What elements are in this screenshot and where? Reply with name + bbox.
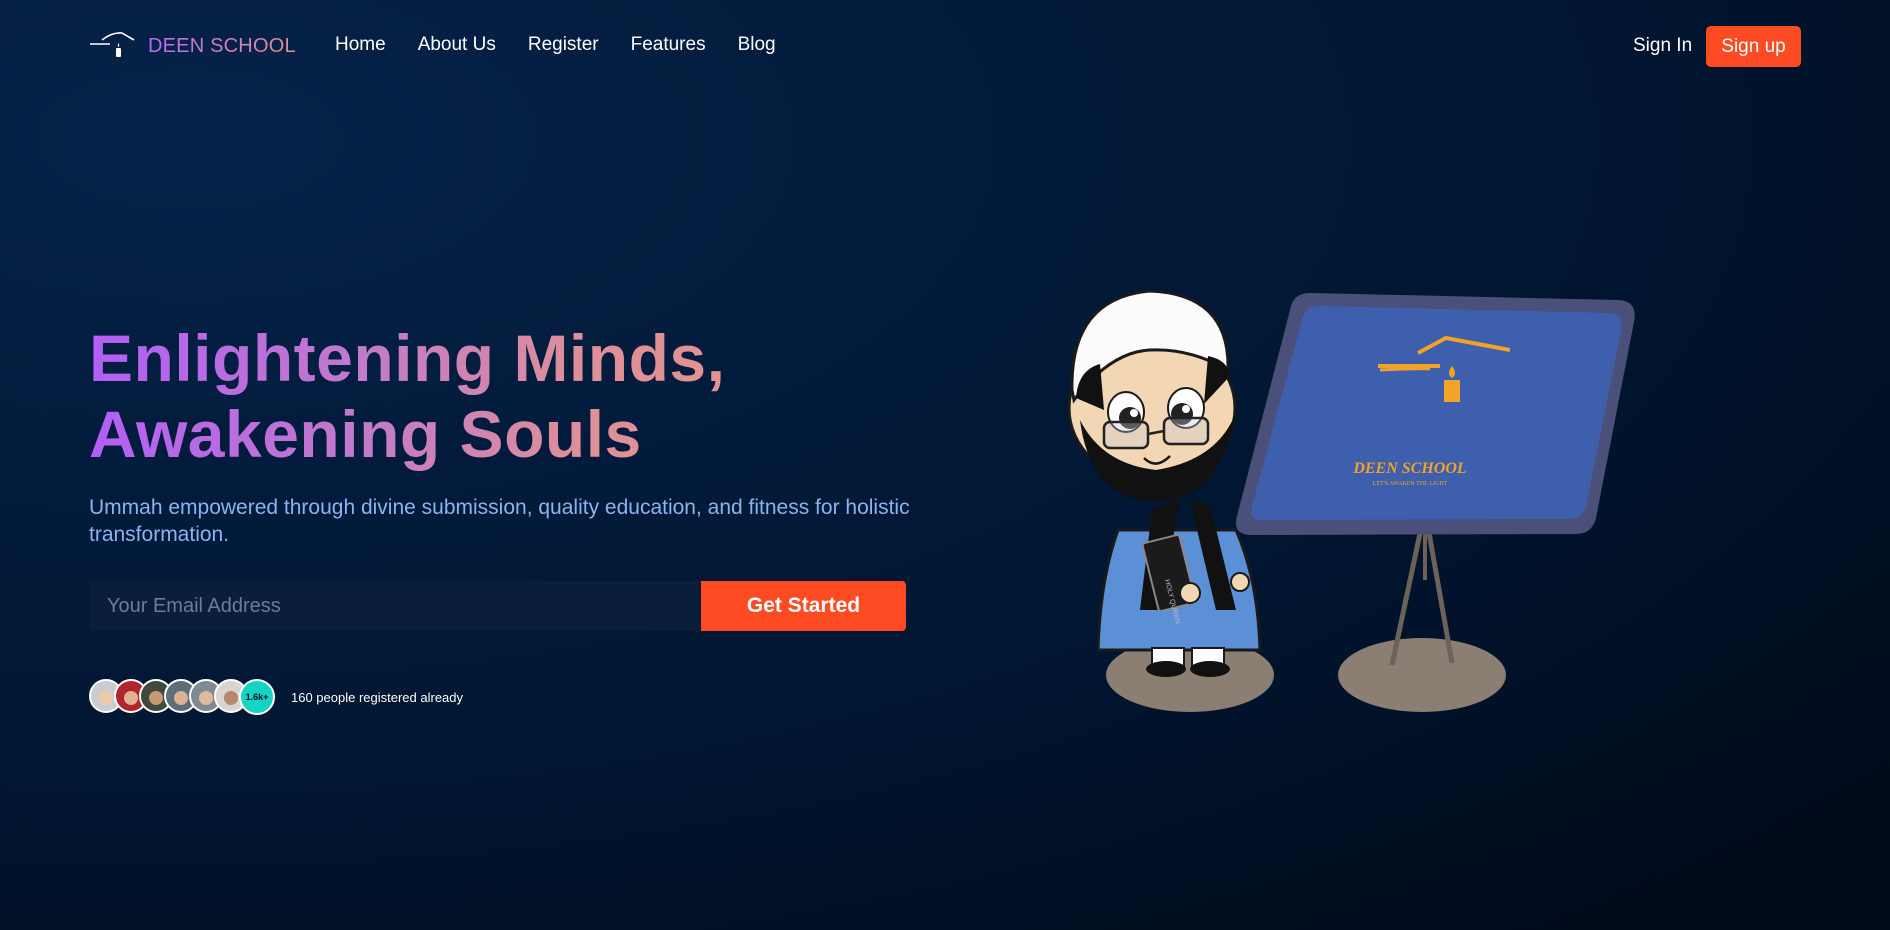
- hero-title-line-1: Enlightening Minds,: [89, 320, 789, 396]
- logo-lamp-icon: [90, 32, 135, 57]
- board-title: DEEN SCHOOL: [1352, 460, 1467, 477]
- brand-name: DEEN SCHOOL: [148, 34, 296, 57]
- hero-illustration: DEEN SCHOOL LET'S AWAKEN THE LIGHT HOLY …: [1067, 289, 1635, 712]
- nav-features[interactable]: Features: [631, 34, 706, 56]
- hero-title-line-2: Awakening Souls: [89, 396, 789, 472]
- teacher-character: HOLY QURAN: [1067, 289, 1262, 677]
- email-signup-form: Get Started: [89, 581, 906, 631]
- nav-home[interactable]: Home: [335, 34, 386, 56]
- email-input[interactable]: [89, 581, 701, 631]
- avatar-stack: 1.6k+: [89, 679, 275, 715]
- hero-title: Enlightening Minds, Awakening Souls: [89, 320, 789, 472]
- top-navbar: DEEN SCHOOL Home About Us Register Featu…: [0, 0, 1890, 92]
- registered-count-badge: 1.6k+: [239, 679, 275, 715]
- sign-up-button[interactable]: Sign up: [1706, 26, 1801, 67]
- brand-logo[interactable]: DEEN SCHOOL: [88, 30, 296, 62]
- board-tagline: LET'S AWAKEN THE LIGHT: [1373, 481, 1448, 487]
- nav-blog[interactable]: Blog: [738, 34, 776, 56]
- nav-about-us[interactable]: About Us: [418, 34, 496, 56]
- hero-subtitle: Ummah empowered through divine submissio…: [89, 496, 910, 546]
- main-nav: Home About Us Register Features Blog: [335, 34, 776, 56]
- whiteboard: DEEN SCHOOL LET'S AWAKEN THE LIGHT: [1235, 292, 1635, 535]
- registered-count-text: 160 people registered already: [291, 689, 464, 705]
- get-started-button[interactable]: Get Started: [701, 581, 906, 631]
- social-proof: 1.6k+ 160 people registered already: [89, 679, 463, 715]
- nav-register[interactable]: Register: [528, 34, 599, 56]
- sign-in-link[interactable]: Sign In: [1633, 35, 1692, 57]
